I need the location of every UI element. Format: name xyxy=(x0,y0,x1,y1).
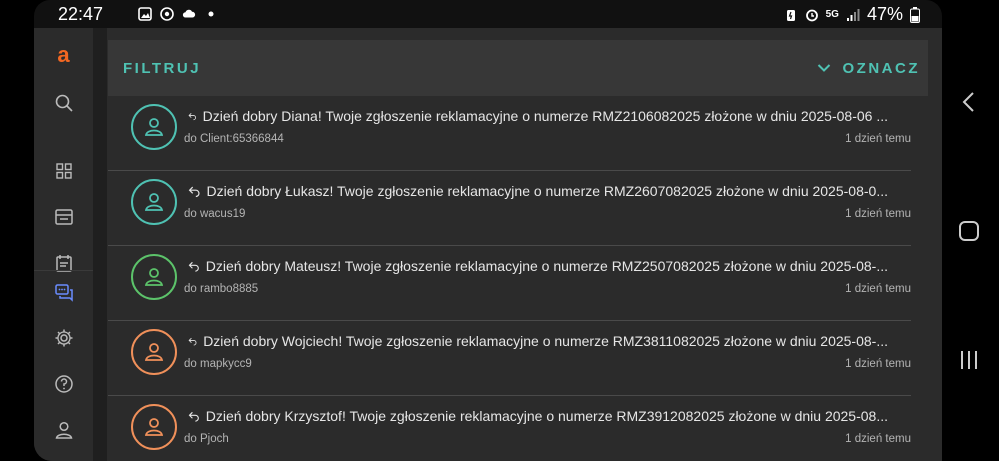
reply-icon xyxy=(188,411,199,422)
recents-button[interactable] xyxy=(954,345,984,375)
filter-button[interactable]: FILTRUJ xyxy=(123,60,201,77)
message-recipient: do mapkycc9 xyxy=(184,358,252,370)
sidebar-item-calendar[interactable] xyxy=(34,246,93,280)
message-subject: Dzień dobry Diana! Twoje zgłoszenie rekl… xyxy=(188,108,888,124)
recents-icon xyxy=(961,351,977,369)
message-time: 1 dzień temu xyxy=(845,208,911,220)
status-time: 22:47 xyxy=(58,4,104,24)
chevron-down-icon xyxy=(817,64,830,72)
user-icon xyxy=(144,268,164,286)
cloud-icon xyxy=(182,9,196,18)
settings-icon xyxy=(55,329,72,347)
user-icon xyxy=(55,421,72,439)
messages-panel: FILTRUJ OZNACZ Dzień dobry Diana! Twoje … xyxy=(108,40,928,461)
sidebar-item-dashboard[interactable] xyxy=(34,154,93,188)
sidebar: a xyxy=(34,28,93,461)
message-subject: Dzień dobry Krzysztof! Twoje zgłoszenie … xyxy=(188,408,888,424)
dashboard-icon xyxy=(55,163,72,179)
reply-icon xyxy=(188,337,197,346)
avatar xyxy=(131,404,177,450)
network-type: 5G xyxy=(825,8,839,20)
reply-icon xyxy=(188,261,199,272)
sidebar-item-messages[interactable] xyxy=(34,276,93,310)
help-icon xyxy=(54,375,73,393)
reply-icon xyxy=(188,186,200,198)
device-screen: 22:47 5G 47% a FILTRUJ OZNACZ Dzień dobr… xyxy=(0,0,999,461)
chrome-icon xyxy=(160,7,174,21)
notification-icons xyxy=(138,7,218,21)
home-icon xyxy=(959,221,979,241)
user-icon xyxy=(144,118,164,136)
message-time: 1 dzień temu xyxy=(845,358,911,370)
message-time: 1 dzień temu xyxy=(845,433,911,445)
message-subject-text: Dzień dobry Wojciech! Twoje zgłoszenie r… xyxy=(203,333,888,349)
sidebar-item-account[interactable] xyxy=(34,413,93,447)
message-subject-text: Dzień dobry Mateusz! Twoje zgłoszenie re… xyxy=(205,258,888,274)
message-recipient: do wacus19 xyxy=(184,208,246,220)
battery-icon xyxy=(910,6,920,23)
back-button[interactable] xyxy=(954,87,984,117)
message-time: 1 dzień temu xyxy=(845,133,911,145)
logo[interactable]: a xyxy=(34,38,93,72)
message-recipient: do rambo8885 xyxy=(184,283,259,295)
avatar xyxy=(131,254,177,300)
message-subject: Dzień dobry Wojciech! Twoje zgłoszenie r… xyxy=(188,333,888,349)
message-recipient: do Pjoch xyxy=(184,433,229,445)
store-icon xyxy=(54,209,73,225)
message-subject-text: Dzień dobry Diana! Twoje zgłoszenie rekl… xyxy=(202,108,888,124)
sidebar-item-search[interactable] xyxy=(34,86,93,120)
list-item[interactable]: Dzień dobry Mateusz! Twoje zgłoszenie re… xyxy=(108,246,911,321)
android-nav-bar xyxy=(942,0,999,461)
mark-button-label: OZNACZ xyxy=(842,59,920,77)
list-item[interactable]: Dzień dobry Wojciech! Twoje zgłoszenie r… xyxy=(108,321,911,396)
sidebar-item-store[interactable] xyxy=(34,200,93,234)
user-icon xyxy=(144,343,164,361)
message-subject-text: Dzień dobry Łukasz! Twoje zgłoszenie rek… xyxy=(206,183,888,199)
sidebar-item-help[interactable] xyxy=(34,367,93,401)
battery-percent: 47% xyxy=(866,4,903,24)
logo-text: a xyxy=(57,42,70,67)
dot-icon xyxy=(208,11,214,17)
message-time: 1 dzień temu xyxy=(845,283,911,295)
gallery-icon xyxy=(138,7,152,21)
home-button[interactable] xyxy=(954,216,984,246)
user-icon xyxy=(144,418,164,436)
status-bar: 22:47 5G 47% xyxy=(34,0,942,28)
back-icon xyxy=(962,92,974,112)
message-recipient: do Client:65366844 xyxy=(184,133,284,145)
search-icon xyxy=(55,94,73,112)
avatar xyxy=(131,104,177,150)
sidebar-divider xyxy=(34,270,93,271)
message-subject: Dzień dobry Mateusz! Twoje zgłoszenie re… xyxy=(188,258,888,274)
mark-button[interactable]: OZNACZ xyxy=(817,60,921,77)
list-item[interactable]: Dzień dobry Łukasz! Twoje zgłoszenie rek… xyxy=(108,171,911,246)
panel-header: FILTRUJ OZNACZ xyxy=(108,40,928,96)
avatar xyxy=(131,329,177,375)
battery-saver-icon xyxy=(786,9,795,21)
avatar xyxy=(131,179,177,225)
user-icon xyxy=(144,193,164,211)
message-subject-text: Dzień dobry Krzysztof! Twoje zgłoszenie … xyxy=(205,408,888,424)
sidebar-gutter xyxy=(93,28,107,461)
sidebar-item-settings[interactable] xyxy=(34,321,93,355)
list-item[interactable]: Dzień dobry Krzysztof! Twoje zgłoszenie … xyxy=(108,396,911,461)
list-item[interactable]: Dzień dobry Diana! Twoje zgłoszenie rekl… xyxy=(108,96,911,171)
signal-icon xyxy=(846,8,860,21)
message-list: Dzień dobry Diana! Twoje zgłoszenie rekl… xyxy=(108,96,928,461)
message-subject: Dzień dobry Łukasz! Twoje zgłoszenie rek… xyxy=(188,183,888,199)
status-right: 5G 47% xyxy=(784,4,920,25)
messages-icon xyxy=(54,284,73,302)
alarm-icon xyxy=(805,9,818,21)
reply-icon xyxy=(188,113,196,121)
app-window: a FILTRUJ OZNACZ Dzień dobry Diana! Twoj… xyxy=(34,28,942,461)
